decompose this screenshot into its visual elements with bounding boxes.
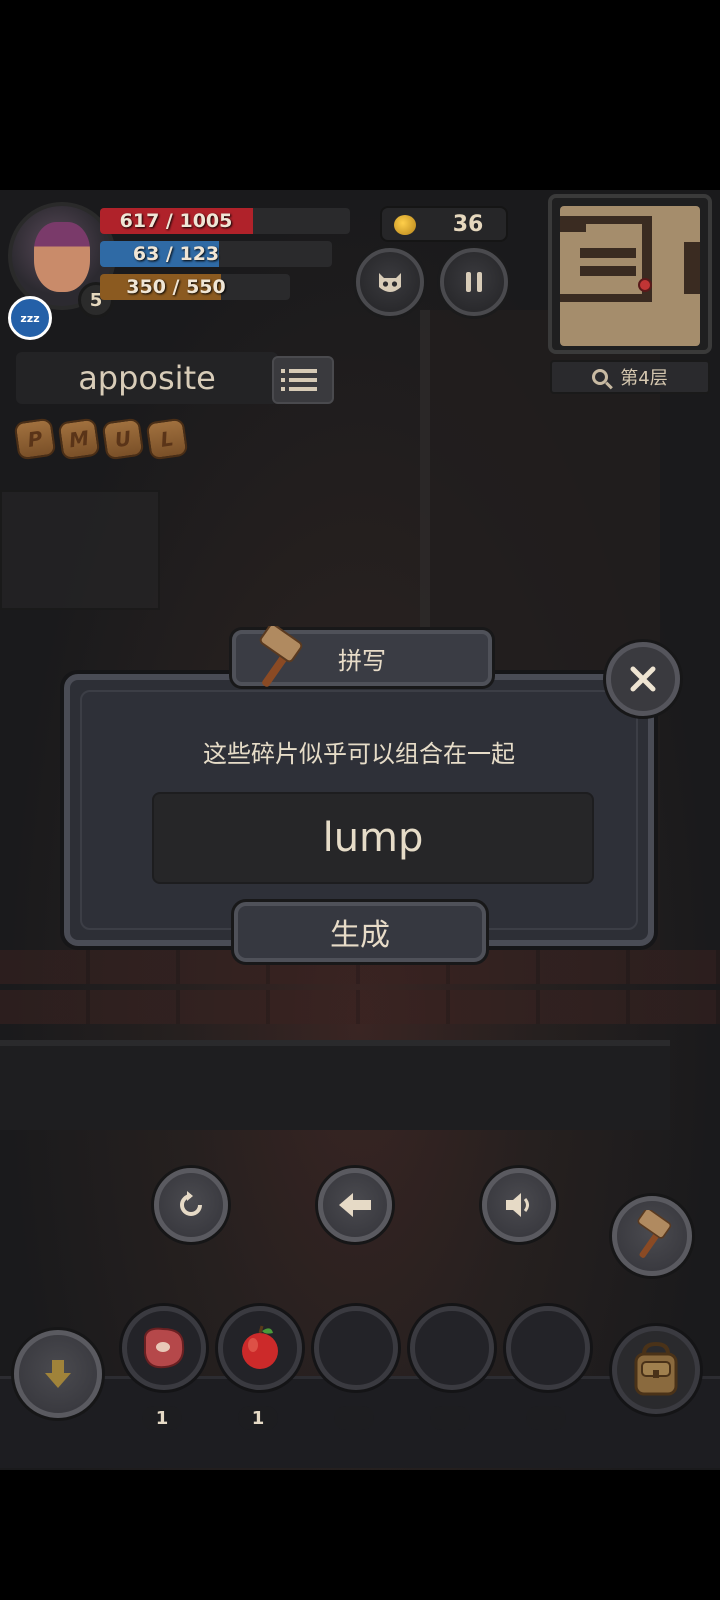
minimap[interactable] [548, 194, 712, 354]
close-icon [630, 666, 656, 692]
dungeon-wall [0, 490, 160, 610]
gold-amount: 36 [452, 211, 484, 237]
dungeon-floor [0, 1040, 670, 1130]
inventory-slot[interactable] [410, 1306, 494, 1390]
hp-text: 617 / 1005 [119, 210, 233, 232]
coin-icon [394, 215, 416, 235]
map-wall [560, 294, 652, 302]
item-count: 1 [142, 1406, 182, 1430]
xp-text: 350 / 550 [126, 276, 226, 298]
mp-text: 63 / 123 [132, 243, 220, 265]
mp-bar: 63 / 123 [100, 241, 332, 267]
item-count [430, 1406, 470, 1430]
dialog-body: 这些碎片似乎可以组合在一起 lump [80, 690, 638, 930]
inventory-slot[interactable] [218, 1306, 302, 1390]
letter-fragments: P M U L [13, 417, 189, 461]
search-icon [592, 369, 609, 385]
item-count [334, 1406, 374, 1430]
map-wall [580, 216, 650, 224]
close-button[interactable] [606, 642, 680, 716]
dialog-title: 拼写 [232, 626, 492, 687]
item-count: 1 [238, 1406, 278, 1430]
floor-search-bar[interactable]: 第4层 [550, 360, 710, 394]
arrow-left-icon [339, 1193, 371, 1217]
xp-bar: 350 / 550 [100, 274, 290, 300]
hammer-icon [637, 1210, 672, 1258]
brick-row [0, 990, 720, 1024]
spell-input[interactable]: lump [152, 792, 594, 884]
letter-fragment[interactable]: L [145, 417, 189, 461]
player-marker [638, 278, 652, 292]
list-icon-line [281, 387, 317, 391]
list-icon [281, 369, 317, 373]
meat-icon [144, 1327, 185, 1369]
speaker-icon [506, 1193, 529, 1217]
reset-button[interactable] [154, 1168, 228, 1242]
word-list-button[interactable] [272, 356, 334, 404]
gold-counter: 36 [380, 206, 508, 242]
letter-fragment[interactable]: M [57, 417, 101, 461]
inventory-slot[interactable] [506, 1306, 590, 1390]
letter-fragment[interactable]: P [13, 417, 57, 461]
refresh-icon [180, 1191, 202, 1216]
map-wall [580, 248, 636, 258]
hammer-icon [259, 626, 303, 687]
monster-info-button[interactable] [356, 248, 424, 316]
dialog-title-text: 拼写 [338, 646, 386, 675]
list-icon-line [281, 378, 317, 382]
generate-button[interactable]: 生成 [234, 902, 486, 962]
inventory-slot[interactable] [314, 1306, 398, 1390]
item-count [526, 1406, 566, 1430]
hero-face [34, 222, 90, 292]
pause-icon [466, 272, 482, 292]
descend-button[interactable] [14, 1330, 102, 1418]
dialog-message: 这些碎片似乎可以组合在一起 [203, 740, 515, 768]
apple-icon [242, 1325, 278, 1369]
hp-bar: 617 / 1005 [100, 208, 350, 234]
sound-button[interactable] [482, 1168, 556, 1242]
pause-button[interactable] [440, 248, 508, 316]
backpack-icon [634, 1341, 678, 1396]
minimap-view [560, 206, 700, 346]
map-wall [580, 266, 636, 276]
map-wall [684, 242, 700, 294]
target-word: apposite [16, 352, 278, 404]
inventory-slot[interactable] [122, 1306, 206, 1390]
craft-hammer-button[interactable] [612, 1196, 692, 1276]
arrow-down-icon [45, 1360, 71, 1388]
monster-face-icon [379, 273, 401, 292]
backpack-button[interactable] [612, 1326, 700, 1414]
game-screen: 5 zzz 617 / 1005 63 / 123 350 / 550 36 第… [0, 190, 720, 1470]
sleep-status-icon[interactable]: zzz [8, 296, 52, 340]
floor-label: 第4层 [620, 368, 668, 389]
backspace-button[interactable] [318, 1168, 392, 1242]
letter-fragment[interactable]: U [101, 417, 145, 461]
